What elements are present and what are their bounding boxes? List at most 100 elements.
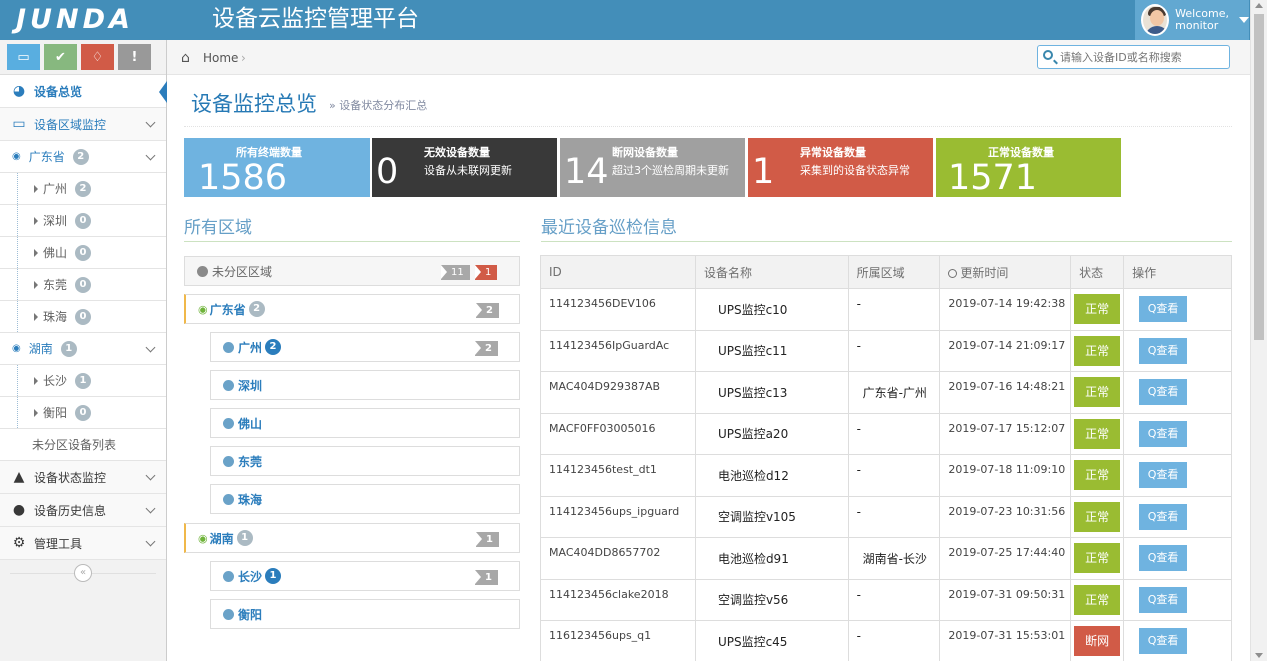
sidebar-item-city[interactable]: 深圳 0 [0, 205, 166, 237]
sidebar-item-admin-tools[interactable]: ⚙ 管理工具 [0, 527, 166, 560]
sidebar-item-city[interactable]: 长沙 1 [0, 365, 166, 397]
sidebar-item-hunan[interactable]: ◉ 湖南 1 [0, 333, 166, 365]
view-button[interactable]: Q查看 [1139, 545, 1188, 572]
sidebar-item-city[interactable]: 衡阳 0 [0, 397, 166, 429]
stat-box[interactable]: 所有终端数量 1586 [184, 138, 370, 197]
tree-node-guangdong[interactable]: ◉ 广东省 2 2 [184, 294, 520, 324]
count-badge: 2 [248, 301, 265, 317]
shortcut-button[interactable]: ▭ [7, 44, 40, 70]
search-icon [1043, 50, 1053, 60]
tree-node-zhuhai[interactable]: 珠海 [210, 484, 520, 514]
view-button[interactable]: Q查看 [1139, 628, 1188, 655]
caret-right-icon [34, 184, 38, 193]
tree-node-shenzhen[interactable]: 深圳 [210, 370, 520, 400]
stat-value: 1571 [948, 158, 1038, 197]
shortcut-button[interactable]: ! [118, 44, 151, 70]
double-chevron-left-icon[interactable]: « [74, 564, 92, 582]
sidebar-item-city[interactable]: 佛山 0 [0, 237, 166, 269]
sidebar-item-city[interactable]: 东莞 0 [0, 269, 166, 301]
sidebar-item-city[interactable]: 珠海 0 [0, 301, 166, 333]
sidebar-item-history[interactable]: ● 设备历史信息 [0, 494, 166, 527]
device-id-cell: MACF0FF03005016 [540, 412, 696, 455]
column-header-label: 操作 [1132, 265, 1157, 280]
globe-icon [223, 341, 234, 353]
caret-right-icon [34, 248, 38, 257]
scroll-up-icon[interactable] [1255, 3, 1263, 8]
sidebar-item-city[interactable]: 广州 2 [0, 173, 166, 205]
status-cell: 正常 [1070, 329, 1125, 372]
column-header-label: 所属区域 [856, 265, 905, 280]
status-badge: 正常 [1074, 377, 1121, 408]
tree-node-hengyang[interactable]: 衡阳 [210, 599, 520, 629]
shortcut-button[interactable]: ✔ [44, 44, 77, 70]
view-button[interactable]: Q查看 [1139, 462, 1188, 489]
view-button[interactable]: Q查看 [1139, 420, 1188, 447]
stat-box[interactable]: 正常设备数量 1571 [936, 138, 1121, 197]
update-time-cell: 2019-07-31 15:53:01 [939, 620, 1072, 661]
action-cell: Q查看 [1123, 620, 1232, 661]
tree-node-hunan[interactable]: ◉ 湖南 1 1 [184, 523, 520, 553]
device-name-cell: 电池巡检d12 [694, 454, 849, 497]
tree-node-changsha[interactable]: 长沙 1 1 [210, 561, 520, 591]
sidebar-item-label: 设备状态监控 [34, 470, 107, 485]
column-header[interactable]: 所属区域 [847, 255, 941, 289]
desktop-icon: ▭ [12, 116, 26, 132]
user-menu[interactable]: Welcome, monitor [1135, 0, 1249, 40]
shortcut-button[interactable]: ♢ [81, 44, 114, 70]
column-header-label: 状态 [1079, 265, 1104, 280]
sidebar-item-unassigned-list[interactable]: 未分区设备列表 [0, 429, 166, 461]
stat-box[interactable]: 无效设备数量 设备从未联网更新 0 [372, 138, 557, 197]
brand-logo[interactable]: JUNDA [16, 4, 134, 36]
device-name-cell: UPS监控a20 [694, 412, 849, 455]
status-cell: 正常 [1070, 288, 1125, 331]
view-button[interactable]: Q查看 [1139, 337, 1188, 364]
inspection-heading: 最近设备巡检信息 [541, 218, 677, 238]
page-scrollbar[interactable] [1250, 0, 1267, 661]
status-cell: 正常 [1070, 495, 1125, 538]
update-time-cell: 2019-07-18 11:09:10 [939, 454, 1072, 497]
sidebar-item-label: 广东省 [28, 150, 65, 164]
tree-node-foshan[interactable]: 佛山 [210, 408, 520, 438]
device-name-cell: UPS监控c10 [694, 288, 849, 331]
tree-node-unassigned[interactable]: 未分区区域 11 1 [184, 256, 520, 286]
action-cell: Q查看 [1123, 329, 1232, 372]
sidebar-item-guangdong[interactable]: ◉ 广东省 2 [0, 141, 166, 173]
view-button[interactable]: Q查看 [1139, 379, 1188, 406]
device-id-cell: 116123456ups_q1 [540, 620, 696, 661]
stat-box[interactable]: 异常设备数量 采集到的设备状态异常 1 [748, 138, 933, 197]
column-header[interactable]: 设备名称 [694, 255, 849, 289]
search-input[interactable] [1060, 49, 1225, 65]
column-header[interactable]: ID [540, 255, 696, 289]
tree-node-label: 湖南 [209, 531, 234, 546]
region-cell: - [847, 620, 941, 661]
sidebar-item-region-monitor[interactable]: ▭ 设备区域监控 [0, 108, 166, 141]
breadcrumb-home-link[interactable]: Home [203, 51, 238, 65]
username-text: monitor [1175, 19, 1219, 32]
view-button[interactable]: Q查看 [1139, 586, 1188, 613]
sidebar-item-overview[interactable]: ◕ 设备总览 [0, 75, 167, 108]
action-cell: Q查看 [1123, 288, 1232, 331]
stat-box[interactable]: 断网设备数量 超过3个巡检周期未更新 14 [560, 138, 745, 197]
sidebar-collapse: « [0, 560, 166, 586]
alert-count-tag: 1 [475, 265, 498, 280]
update-time-cell: 2019-07-16 14:48:21 [939, 371, 1072, 414]
tree-node-guangzhou[interactable]: 广州 2 2 [210, 332, 520, 362]
column-header[interactable]: 状态 [1070, 255, 1125, 289]
view-button[interactable]: Q查看 [1139, 503, 1188, 530]
caret-right-icon [34, 408, 38, 417]
dashboard-icon: ◕ [12, 83, 26, 99]
tree-node-dongguan[interactable]: 东莞 [210, 446, 520, 476]
update-time-cell: 2019-07-14 19:42:38 [939, 288, 1072, 331]
sidebar-item-status-monitor[interactable]: ▲ 设备状态监控 [0, 461, 166, 494]
scroll-thumb[interactable] [1254, 14, 1264, 340]
column-header[interactable]: 操作 [1123, 255, 1232, 289]
caret-right-icon [34, 376, 38, 385]
count-badge: 2 [265, 339, 282, 355]
column-header[interactable]: 更新时间 [939, 255, 1072, 289]
view-button[interactable]: Q查看 [1139, 296, 1188, 323]
action-cell: Q查看 [1123, 537, 1232, 580]
scroll-down-icon[interactable] [1255, 653, 1263, 658]
status-cell: 正常 [1070, 537, 1125, 580]
tree-node-label: 东莞 [238, 454, 263, 469]
user-info: Welcome, monitor [1175, 8, 1229, 32]
